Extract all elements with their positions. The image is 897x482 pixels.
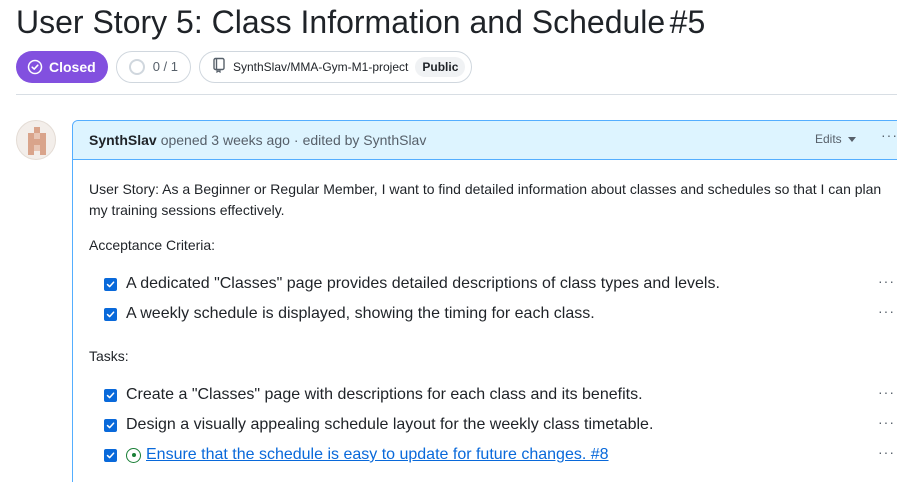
kebab-horizontal-icon[interactable]: ··· <box>881 127 897 143</box>
checkbox-checked-icon[interactable] <box>104 418 117 432</box>
repository-link[interactable]: SynthSlav/MMA-Gym-M1-project Public <box>198 50 473 83</box>
checkbox-checked-icon[interactable] <box>104 307 117 321</box>
edited-text[interactable]: edited by SynthSlav <box>303 132 427 148</box>
opened-text[interactable]: opened 3 weeks ago <box>161 132 290 148</box>
acceptance-item-text: A weekly schedule is displayed, showing … <box>126 305 595 322</box>
task-item-text: Design a visually appealing schedule lay… <box>126 416 654 433</box>
issue-number: #5 <box>669 4 706 40</box>
issue-meta: Closed 0 / 1 SynthSlav/MMA-Gym-M1-projec… <box>16 50 473 83</box>
state-label: Closed <box>49 58 96 75</box>
kebab-horizontal-icon[interactable]: ··· <box>878 303 895 319</box>
caret-down-icon <box>847 136 856 142</box>
subtasks-progress-text: 0 / 1 <box>152 59 178 74</box>
acceptance-item-text: A dedicated "Classes" page provides deta… <box>126 275 720 292</box>
kebab-horizontal-icon[interactable]: ··· <box>878 273 895 289</box>
kebab-horizontal-icon[interactable]: ··· <box>878 414 895 430</box>
edits-dropdown[interactable]: Edits <box>815 132 856 146</box>
acceptance-item: A dedicated "Classes" page provides deta… <box>104 274 897 294</box>
issue-opened-icon <box>126 447 141 463</box>
state-badge: Closed <box>16 50 108 83</box>
task-item: Create a "Classes" page with description… <box>104 385 897 405</box>
acceptance-criteria-label: Acceptance Criteria: <box>89 237 216 253</box>
tasks-label: Tasks: <box>89 348 129 364</box>
task-item: Design a visually appealing schedule lay… <box>104 415 897 435</box>
visibility-badge: Public <box>415 56 466 77</box>
linked-issue-link[interactable]: Ensure that the schedule is easy to upda… <box>146 446 609 464</box>
avatar[interactable] <box>16 120 56 160</box>
kebab-horizontal-icon[interactable]: ··· <box>878 444 895 460</box>
linked-issue: Ensure that the schedule is easy to upda… <box>126 446 609 464</box>
header-separator: · <box>293 132 299 148</box>
header-divider <box>16 94 897 95</box>
comment-header: SynthSlav opened 3 weeks ago · edited by… <box>73 121 897 160</box>
edits-label: Edits <box>815 132 842 146</box>
check-circle-icon <box>27 59 43 75</box>
issue-title-row: User Story 5: Class Information and Sche… <box>16 4 705 44</box>
checkbox-checked-icon[interactable] <box>104 448 117 462</box>
kebab-horizontal-icon[interactable]: ··· <box>878 384 895 400</box>
checkbox-checked-icon[interactable] <box>104 388 117 402</box>
comment-author[interactable]: SynthSlav <box>89 132 157 148</box>
task-item-text: Create a "Classes" page with description… <box>126 386 643 403</box>
circle-outline-icon <box>128 58 145 75</box>
subtasks-progress-button[interactable]: 0 / 1 <box>115 50 191 83</box>
acceptance-item: A weekly schedule is displayed, showing … <box>104 304 897 324</box>
repository-name: SynthSlav/MMA-Gym-M1-project <box>232 59 409 74</box>
user-story-text: User Story: As a Beginner or Regular Mem… <box>89 181 882 218</box>
task-item: Ensure that the schedule is easy to upda… <box>104 445 897 465</box>
checkbox-checked-icon[interactable] <box>104 277 117 291</box>
issue-title: User Story 5: Class Information and Sche… <box>16 4 666 40</box>
repo-icon <box>212 57 226 76</box>
